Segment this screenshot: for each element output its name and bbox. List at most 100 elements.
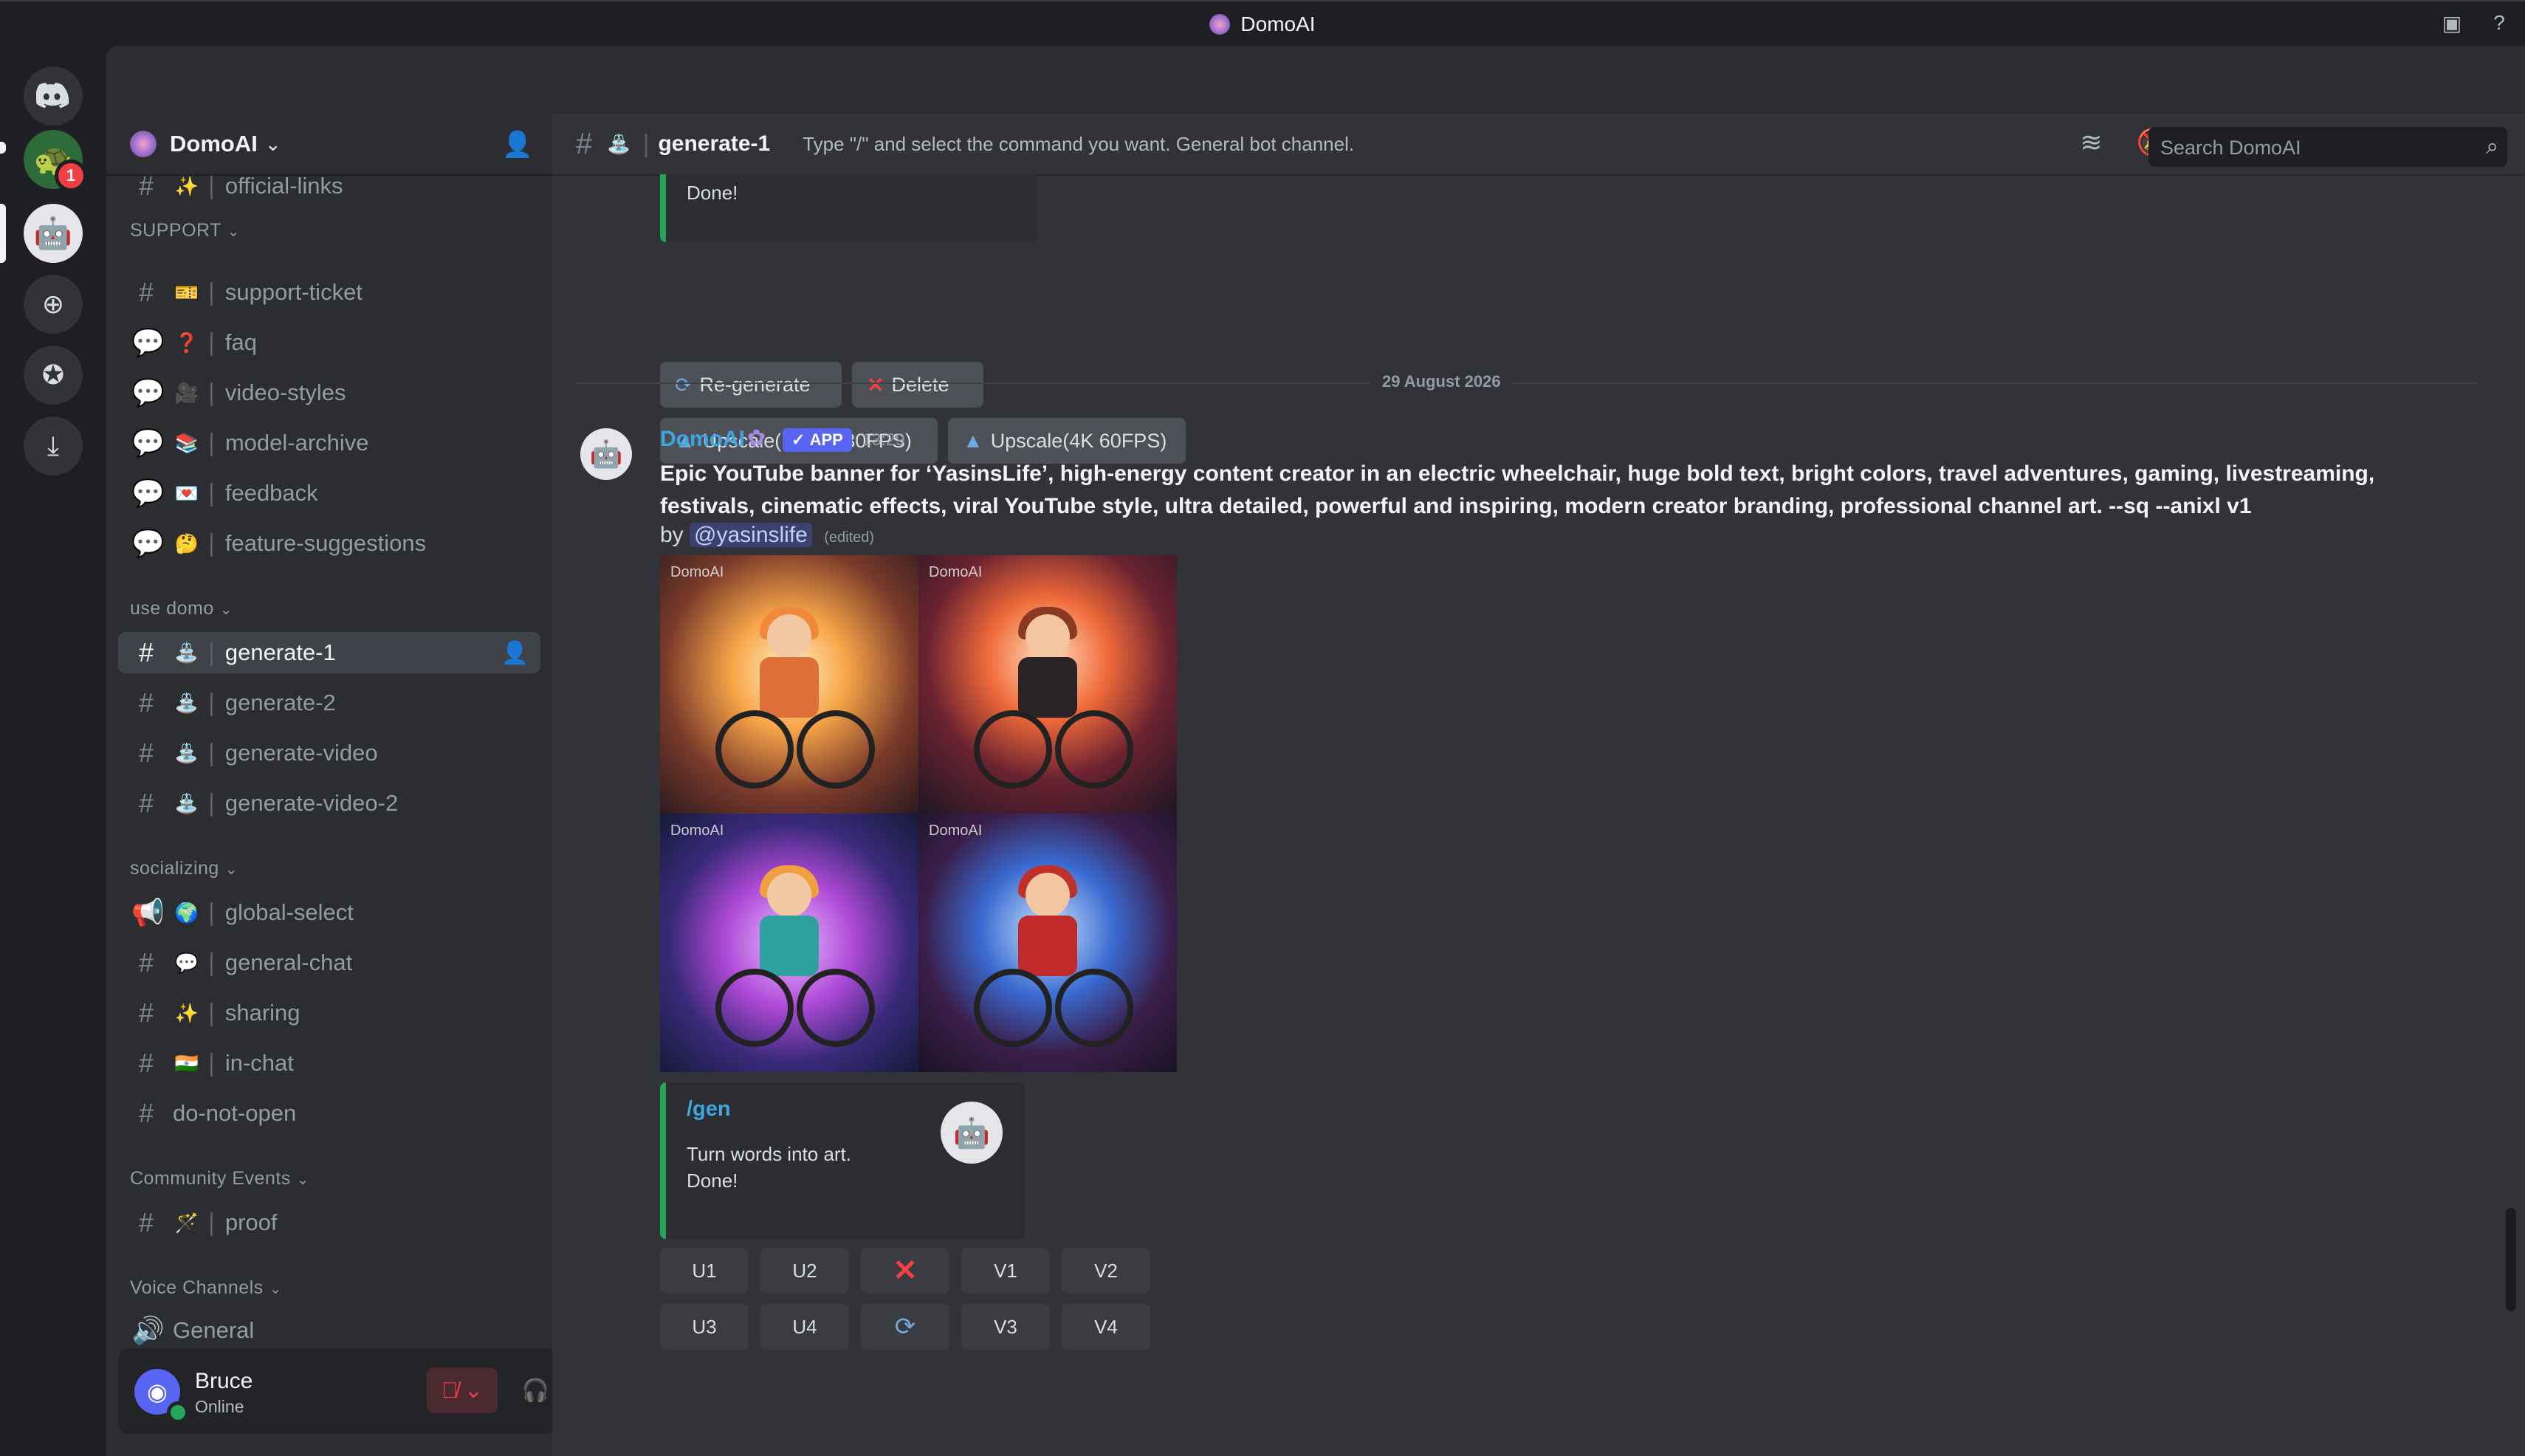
channel-general-chat[interactable]: # 💬 | general-chat [118, 942, 540, 983]
help-icon[interactable]: ? [2487, 10, 2512, 35]
u1-button[interactable]: U1 [660, 1248, 749, 1294]
channel-global-select[interactable]: 📢 🌍 | global-select [118, 892, 540, 933]
generated-image-1[interactable]: DomoAI [660, 555, 918, 814]
message-timestamp: 13:29 [862, 430, 905, 449]
regenerate-button[interactable]: ⟳ Re-generate [660, 362, 842, 408]
forum-icon: 💬 [131, 377, 165, 408]
image-watermark: DomoAI [929, 564, 983, 580]
threads-icon[interactable]: ≋ [2080, 127, 2102, 158]
refresh-icon: ⟳ [675, 373, 693, 396]
upscale-4k-button[interactable]: ▲ Upscale(4K 60FPS) [948, 418, 1186, 464]
date-divider: 29 August 2026 [576, 372, 2478, 391]
channel-video-styles[interactable]: 💬 🎥 | video-styles [118, 372, 540, 413]
search-box[interactable]: ⌕ [2148, 127, 2507, 168]
user-mention[interactable]: @yasinslife [690, 523, 812, 547]
gen-embed: /gen Turn words into art. Done! 🤖 [660, 1082, 1025, 1239]
channel-name: do-not-open [173, 1100, 297, 1126]
guild-name: DomoAI [170, 131, 258, 157]
channel-name: global-select [224, 899, 354, 925]
headphones-icon[interactable]: 🎧 ⌄ [512, 1367, 552, 1413]
channel-do-not-open[interactable]: # do-not-open [118, 1093, 540, 1134]
category-voice-channels[interactable]: Voice Channels ⌄ [130, 1277, 282, 1299]
u4-button[interactable]: U4 [760, 1304, 849, 1350]
channel-feedback[interactable]: 💬 💌 | feedback [118, 473, 540, 514]
refresh-icon[interactable]: ⟳ [861, 1304, 949, 1350]
voice-channel-general[interactable]: 🔊 General [118, 1310, 540, 1351]
hash-icon: # [138, 997, 154, 1028]
category-socializing[interactable]: socializing ⌄ [130, 858, 238, 879]
username: Bruce [195, 1369, 253, 1393]
image-grid[interactable]: DomoAI DomoAI DomoAI DomoAI [660, 555, 1177, 1072]
image-watermark: DomoAI [929, 823, 983, 839]
add-member-icon[interactable]: 👤 [501, 640, 529, 666]
channel-emoji: 🇮🇳 [174, 1051, 199, 1074]
channel-support-ticket[interactable]: # 🎫 | support-ticket [118, 272, 540, 313]
channel-model-archive[interactable]: 💬 📚 | model-archive [118, 422, 540, 464]
channel-in-chat[interactable]: # 🇮🇳 | in-chat [118, 1043, 540, 1084]
channel-title: generate-1 [658, 131, 771, 156]
hash-icon: # [138, 171, 154, 201]
inbox-icon[interactable]: ▣ [2439, 10, 2464, 35]
channel-name: generate-video-2 [224, 790, 399, 816]
channel-generate-1[interactable]: # ⛲ | generate-1 👤 [118, 632, 540, 673]
channel-proof[interactable]: # 🪄 | proof [118, 1202, 540, 1243]
channel-faq[interactable]: 💬 ❓ | faq [118, 322, 540, 363]
explore-icon[interactable]: ✪ [24, 346, 83, 405]
search-icon[interactable]: ⌕ [2486, 134, 2498, 159]
channel-generate-video-2[interactable]: # ⛲ | generate-video-2 [118, 783, 540, 824]
category-support[interactable]: SUPPORT ⌄ [130, 220, 240, 241]
scrollbar-thumb[interactable] [2506, 1208, 2516, 1311]
announcement-icon: 📢 [131, 897, 165, 927]
v1-button[interactable]: V1 [961, 1248, 1050, 1294]
v2-button[interactable]: V2 [1062, 1248, 1150, 1294]
channel-emoji: 🌍 [174, 901, 199, 924]
channel-emoji: 💬 [174, 951, 199, 974]
chevron-down-icon: ⌄ [227, 224, 241, 240]
search-input[interactable] [2148, 127, 2457, 168]
mic-muted-icon[interactable]: 🎙̸ ⌄ [427, 1367, 498, 1413]
generated-image-3[interactable]: DomoAI [660, 814, 918, 1072]
embed-command[interactable]: /gen [687, 1097, 731, 1122]
delete-button[interactable]: ✕ Delete [852, 362, 983, 408]
invite-people-icon[interactable]: 👤 [502, 130, 533, 159]
v4-button[interactable]: V4 [1062, 1304, 1150, 1350]
channel-emoji: 🎫 [174, 281, 199, 303]
download-icon[interactable]: ⤓ [24, 416, 83, 475]
channel-feature-suggestions[interactable]: 💬 🤔 | feature-suggestions [118, 523, 540, 564]
guild-logo-icon [130, 131, 157, 157]
app-logo-icon [1209, 14, 1231, 35]
channel-emoji: 🎥 [174, 381, 199, 404]
embed-text: Done! [687, 182, 738, 204]
generated-image-2[interactable]: DomoAI [918, 555, 1177, 814]
embed-thumbnail: 🤖 [941, 1102, 1003, 1164]
channel-sharing[interactable]: # ✨ | sharing [118, 992, 540, 1034]
date-divider-text: 29 August 2026 [1370, 372, 1513, 391]
server-domoai-icon[interactable]: 🤖 [24, 204, 83, 263]
close-icon[interactable]: ✕ [861, 1248, 949, 1294]
avatar[interactable]: 🤖 [580, 428, 632, 480]
u3-button[interactable]: U3 [660, 1304, 749, 1350]
channel-topic[interactable]: Type "/" and select the command you want… [803, 133, 1354, 156]
generated-image-4[interactable]: DomoAI [918, 814, 1177, 1072]
channel-name: generate-video [224, 740, 378, 766]
add-server-icon[interactable]: ⊕ [24, 275, 83, 334]
v3-button[interactable]: V3 [961, 1304, 1050, 1350]
window-titlebar: DomoAI ▣ ? [0, 0, 2525, 47]
category-use-domo[interactable]: use domo ⌄ [130, 598, 233, 619]
server-turtle-icon[interactable]: 🐢 1 [24, 130, 87, 192]
channel-emoji: 🪄 [174, 1211, 199, 1234]
top-bar [106, 46, 2525, 114]
channel-name: official-links [224, 173, 343, 199]
chat-main: # ⛲ | generate-1 Type "/" and select the… [552, 114, 2525, 1456]
online-status-icon [167, 1401, 189, 1424]
channel-generate-video[interactable]: # ⛲ | generate-video [118, 732, 540, 774]
u2-button[interactable]: U2 [760, 1248, 849, 1294]
channel-generate-2[interactable]: # ⛲ | generate-2 [118, 682, 540, 724]
channel-emoji: ⛲ [174, 791, 199, 814]
channel-name: feature-suggestions [224, 530, 427, 556]
channel-official-links[interactable]: # ✨ | official-links [118, 165, 540, 207]
message-author[interactable]: DomoAI [660, 427, 745, 452]
discord-home-icon[interactable] [24, 66, 83, 126]
category-community-events[interactable]: Community Events ⌄ [130, 1168, 309, 1189]
hash-icon: # [138, 1048, 154, 1078]
